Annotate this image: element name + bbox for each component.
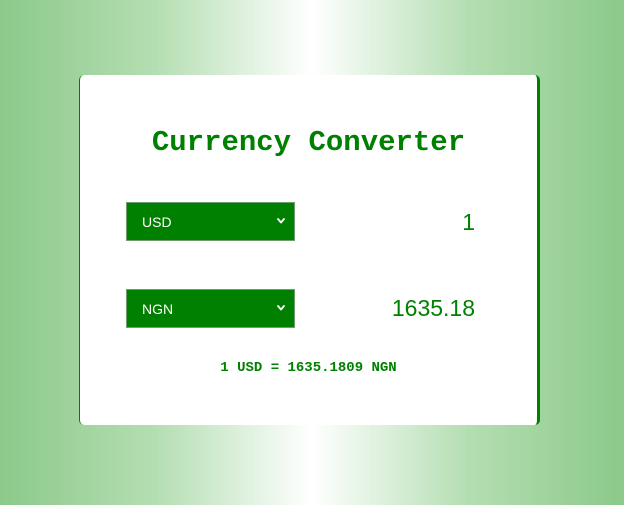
exchange-rate-text: 1 USD = 1635.1809 NGN bbox=[220, 360, 397, 376]
chevron-down-icon bbox=[277, 305, 285, 311]
to-amount-output: 1635.18 bbox=[391, 295, 475, 321]
page-title: Currency Converter bbox=[151, 126, 466, 159]
chevron-down-icon bbox=[277, 218, 285, 224]
from-amount-input[interactable]: 1 bbox=[462, 209, 475, 236]
from-currency-value: USD bbox=[142, 214, 172, 230]
converter-card: Currency Converter USD 1 NGN 1635.18 1 U… bbox=[79, 75, 540, 425]
from-currency-select[interactable]: USD bbox=[126, 202, 295, 241]
to-currency-select[interactable]: NGN bbox=[126, 289, 295, 328]
to-currency-value: NGN bbox=[142, 301, 174, 317]
